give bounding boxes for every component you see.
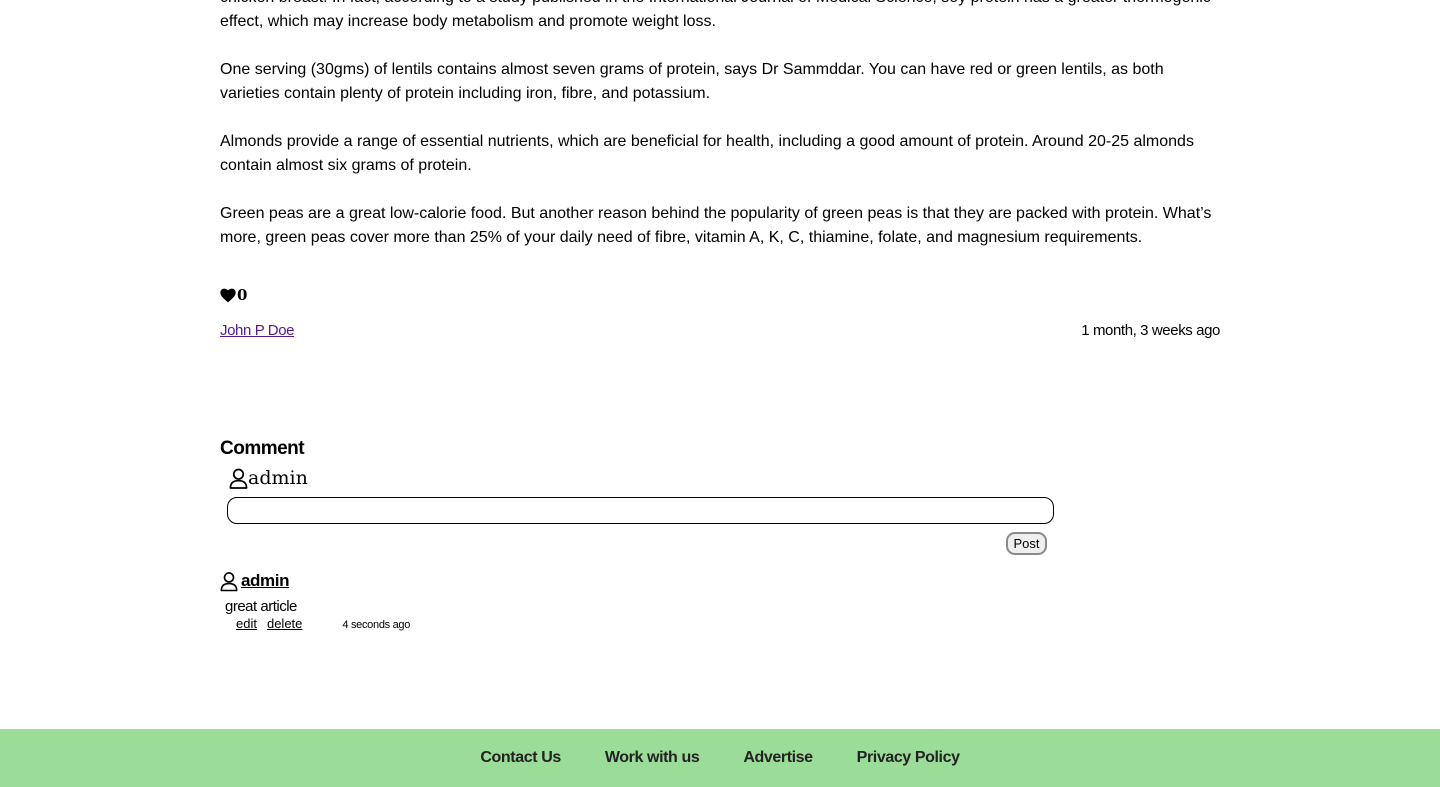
- comment-heading: Comment: [220, 438, 305, 459]
- current-user-name: admin: [248, 467, 308, 489]
- comment-author-link[interactable]: admin: [241, 571, 289, 591]
- page: chicken breast. In fact, according to a …: [0, 0, 1440, 787]
- footer: Contact Us Work with us Advertise Privac…: [0, 729, 1440, 787]
- footer-link-privacy-policy[interactable]: Privacy Policy: [857, 749, 960, 767]
- comment-actions: edit delete 4 seconds ago: [236, 616, 410, 631]
- article-paragraph: Almonds provide a range of essential nut…: [220, 133, 1194, 174]
- footer-link-contact-us[interactable]: Contact Us: [480, 749, 561, 767]
- comment-timestamp: 4 seconds ago: [342, 619, 411, 631]
- current-user: admin: [229, 467, 308, 489]
- author-link[interactable]: John P Doe: [220, 322, 295, 339]
- like-counter: 0: [220, 286, 247, 304]
- comment-input[interactable]: [227, 497, 1054, 524]
- user-icon: [220, 571, 238, 591]
- user-icon: [229, 468, 248, 489]
- comment-item: admin great article edit delete 4 second…: [220, 570, 620, 631]
- article-paragraph: Green peas are a great low-calorie food.…: [220, 205, 1212, 246]
- comment-text: great article: [225, 598, 297, 615]
- article-paragraph: One serving (30gms) of lentils contains …: [220, 61, 1164, 102]
- delete-comment-link[interactable]: delete: [267, 616, 302, 631]
- post-timestamp: 1 month, 3 weeks ago: [1081, 322, 1220, 339]
- like-count: 0: [237, 286, 248, 304]
- footer-link-advertise[interactable]: Advertise: [743, 749, 813, 767]
- edit-comment-link[interactable]: edit: [236, 616, 257, 631]
- post-button[interactable]: Post: [1006, 532, 1047, 555]
- comment-author: admin: [220, 570, 620, 592]
- article-meta: John P Doe 1 month, 3 weeks ago: [220, 322, 1220, 339]
- article-paragraph: chicken breast. In fact, according to a …: [220, 0, 1211, 30]
- footer-link-work-with-us[interactable]: Work with us: [605, 749, 700, 767]
- heart-icon[interactable]: [220, 288, 236, 303]
- article-body: chicken breast. In fact, according to a …: [220, 0, 1220, 274]
